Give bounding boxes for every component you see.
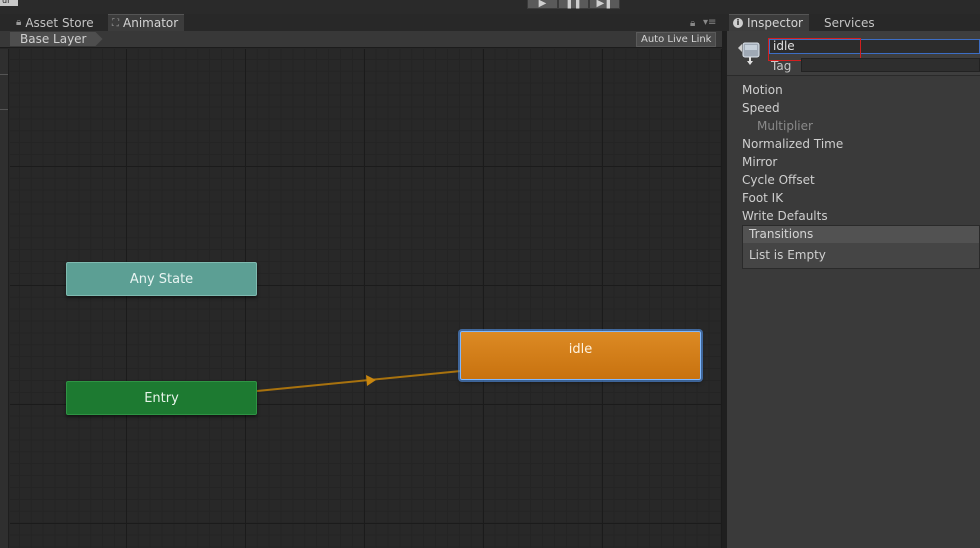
tag-field[interactable]: [801, 58, 980, 72]
tab-inspector[interactable]: i Inspector: [729, 14, 809, 31]
animator-toolbar: Base Layer Auto Live Link: [0, 31, 722, 48]
pause-button[interactable]: ❚❚: [558, 0, 589, 9]
tab-asset-store[interactable]: 🔒︎ Asset Store: [12, 14, 100, 31]
sidebar-mark: [0, 109, 8, 110]
animator-icon: ⛶: [112, 17, 119, 29]
tab-services-label: Services: [824, 15, 875, 30]
top-strip: ul ▶ ❚❚ ▶❚: [0, 0, 980, 14]
play-button[interactable]: ▶: [527, 0, 558, 9]
prop-foot-ik: Foot IK: [742, 191, 784, 205]
state-properties: Motion Speed Multiplier Normalized Time …: [742, 81, 843, 225]
tab-inspector-label: Inspector: [747, 16, 803, 30]
tag-label: Tag: [771, 59, 792, 73]
prop-multiplier: Multiplier: [757, 119, 813, 133]
play-icon: ▶: [538, 0, 547, 9]
top-corner-tab: ul: [0, 0, 18, 6]
breadcrumb[interactable]: Base Layer: [10, 32, 103, 46]
animator-state-icon: [738, 42, 760, 65]
prop-normalized-time: Normalized Time: [742, 137, 844, 151]
step-button[interactable]: ▶❚: [589, 0, 620, 9]
prop-motion: Motion: [742, 83, 783, 97]
panel-lock-icon[interactable]: 🔒︎: [690, 18, 695, 29]
auto-live-link-button[interactable]: Auto Live Link: [636, 32, 717, 47]
transitions-header: Transitions: [742, 225, 980, 244]
playback-controls: ▶ ❚❚ ▶❚: [527, 0, 620, 9]
top-corner-label: ul: [2, 0, 10, 5]
transitions-list: List is Empty: [742, 243, 980, 269]
prop-write-defaults: Write Defaults: [742, 209, 828, 223]
sidebar-mark: [0, 74, 8, 75]
tab-animator-label: Animator: [123, 16, 179, 30]
tab-bar: 🔒︎ Asset Store ⛶ Animator i Inspector Se…: [0, 14, 980, 31]
info-icon: i: [733, 18, 743, 28]
prop-speed: Speed: [742, 101, 780, 115]
prop-cycle-offset: Cycle Offset: [742, 173, 815, 187]
inspector-header: idle Tag: [727, 31, 980, 76]
step-icon: ▶❚: [596, 0, 613, 9]
tab-animator[interactable]: ⛶ Animator: [108, 14, 185, 31]
lock-icon: 🔒︎: [16, 17, 22, 28]
state-any-state[interactable]: Any State: [66, 262, 257, 296]
state-idle[interactable]: idle: [460, 331, 701, 380]
tab-services[interactable]: Services: [820, 14, 881, 31]
inspector-panel: idle Tag Motion Speed Multiplier Normali…: [727, 31, 980, 548]
layers-collapsed-sidebar[interactable]: [0, 49, 9, 548]
pause-icon: ❚❚: [565, 0, 582, 9]
panel-menu-icon[interactable]: ▾≡: [703, 17, 716, 28]
prop-mirror: Mirror: [742, 155, 778, 169]
tab-asset-store-label: Asset Store: [25, 15, 94, 30]
state-entry[interactable]: Entry: [66, 381, 257, 415]
state-graph-canvas[interactable]: [10, 49, 722, 548]
